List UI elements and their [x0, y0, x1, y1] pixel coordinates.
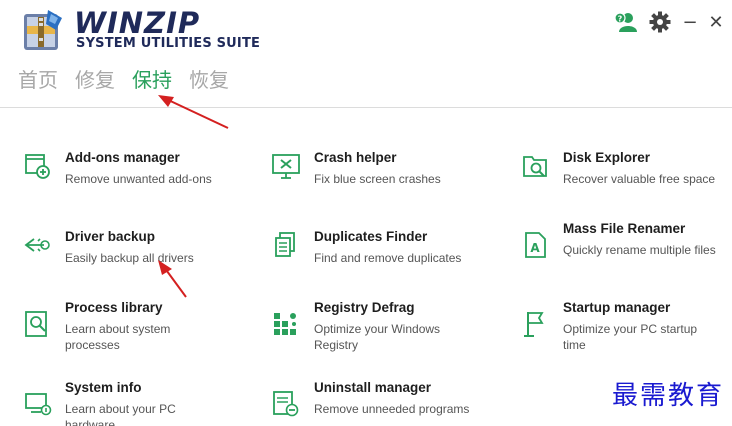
tool-title: Add-ons manager	[65, 150, 180, 165]
tool-desc: Optimize your PC startup time	[563, 322, 698, 352]
tool-registry-defrag[interactable]: Registry Defrag Optimize your Windows Re…	[272, 300, 502, 360]
tool-title: Driver backup	[65, 229, 156, 244]
tool-title: Process library	[65, 300, 163, 315]
tool-desc: Learn about system processes	[65, 322, 171, 352]
sysinfo-icon	[25, 393, 52, 416]
app-name: WINZIP	[74, 6, 201, 40]
driver-backup-icon	[24, 238, 50, 252]
tool-mass-file-renamer[interactable]: A Mass File Renamer Quickly rename multi…	[522, 221, 732, 281]
close-button[interactable]: ✕	[708, 10, 724, 34]
tool-duplicates-finder[interactable]: Duplicates Finder Find and remove duplic…	[272, 229, 502, 289]
app-header: WINZIP SYSTEM UTILITIES SUITE 首页 修复 保持 恢…	[0, 0, 732, 108]
gear-icon[interactable]	[648, 10, 672, 34]
watermark: 最需教育	[611, 381, 724, 411]
tool-desc: Learn about your PC hardware	[65, 402, 176, 426]
startup-icon	[524, 312, 544, 337]
renamer-icon: A	[525, 232, 546, 258]
minimize-button[interactable]: −	[682, 10, 698, 34]
tool-title: Duplicates Finder	[314, 229, 428, 244]
tool-title: Disk Explorer	[563, 150, 651, 165]
tool-title: System info	[65, 380, 142, 395]
tool-title: Crash helper	[314, 150, 397, 165]
tab-maintain[interactable]: 保持	[132, 64, 172, 93]
tab-home[interactable]: 首页	[18, 64, 58, 93]
tool-title: Startup manager	[563, 300, 671, 315]
main-nav: 首页 修复 保持 恢复	[18, 64, 229, 93]
tool-desc: Fix blue screen crashes	[314, 172, 441, 186]
tool-desc: Recover valuable free space	[563, 172, 716, 186]
tool-desc: Find and remove duplicates	[314, 251, 462, 265]
uninstall-icon	[273, 391, 299, 417]
duplicates-icon	[275, 232, 295, 257]
window-toolbar: ? − ✕	[614, 10, 724, 34]
tool-driver-backup[interactable]: Driver backup Easily backup all drivers	[24, 229, 254, 289]
winzip-logo-icon	[24, 10, 62, 50]
tool-title: Mass File Renamer	[563, 221, 686, 236]
registry-icon	[274, 313, 296, 335]
process-icon	[25, 311, 47, 337]
tool-title: Registry Defrag	[314, 300, 415, 315]
tab-repair[interactable]: 修复	[75, 64, 115, 93]
tool-system-info[interactable]: System info Learn about your PC hardware	[24, 380, 254, 426]
tool-desc: Optimize your Windows Registry	[314, 322, 441, 352]
app-subtitle: SYSTEM UTILITIES SUITE	[76, 36, 261, 51]
tool-title: Uninstall manager	[314, 380, 432, 395]
tool-desc: Easily backup all drivers	[65, 251, 194, 265]
tool-desc: Remove unneeded programs	[314, 402, 470, 416]
tool-disk-explorer[interactable]: Disk Explorer Recover valuable free spac…	[522, 150, 732, 210]
tool-crash-helper[interactable]: Crash helper Fix blue screen crashes	[272, 150, 502, 210]
help-user-icon[interactable]: ?	[614, 10, 638, 34]
svg-text:A: A	[530, 241, 540, 255]
tool-process-library[interactable]: Process library Learn about system proce…	[24, 300, 254, 360]
tool-desc: Quickly rename multiple files	[563, 243, 716, 257]
svg-text:?: ?	[618, 15, 623, 24]
addons-icon	[25, 154, 50, 179]
tool-uninstall-manager[interactable]: Uninstall manager Remove unneeded progra…	[272, 380, 502, 426]
tab-recover[interactable]: 恢复	[189, 64, 229, 93]
crash-icon	[272, 154, 300, 179]
tool-addons-manager[interactable]: Add-ons manager Remove unwanted add-ons	[24, 150, 254, 210]
tool-desc: Remove unwanted add-ons	[65, 172, 212, 186]
tool-startup-manager[interactable]: Startup manager Optimize your PC startup…	[522, 300, 732, 360]
disk-explorer-icon	[523, 156, 547, 177]
